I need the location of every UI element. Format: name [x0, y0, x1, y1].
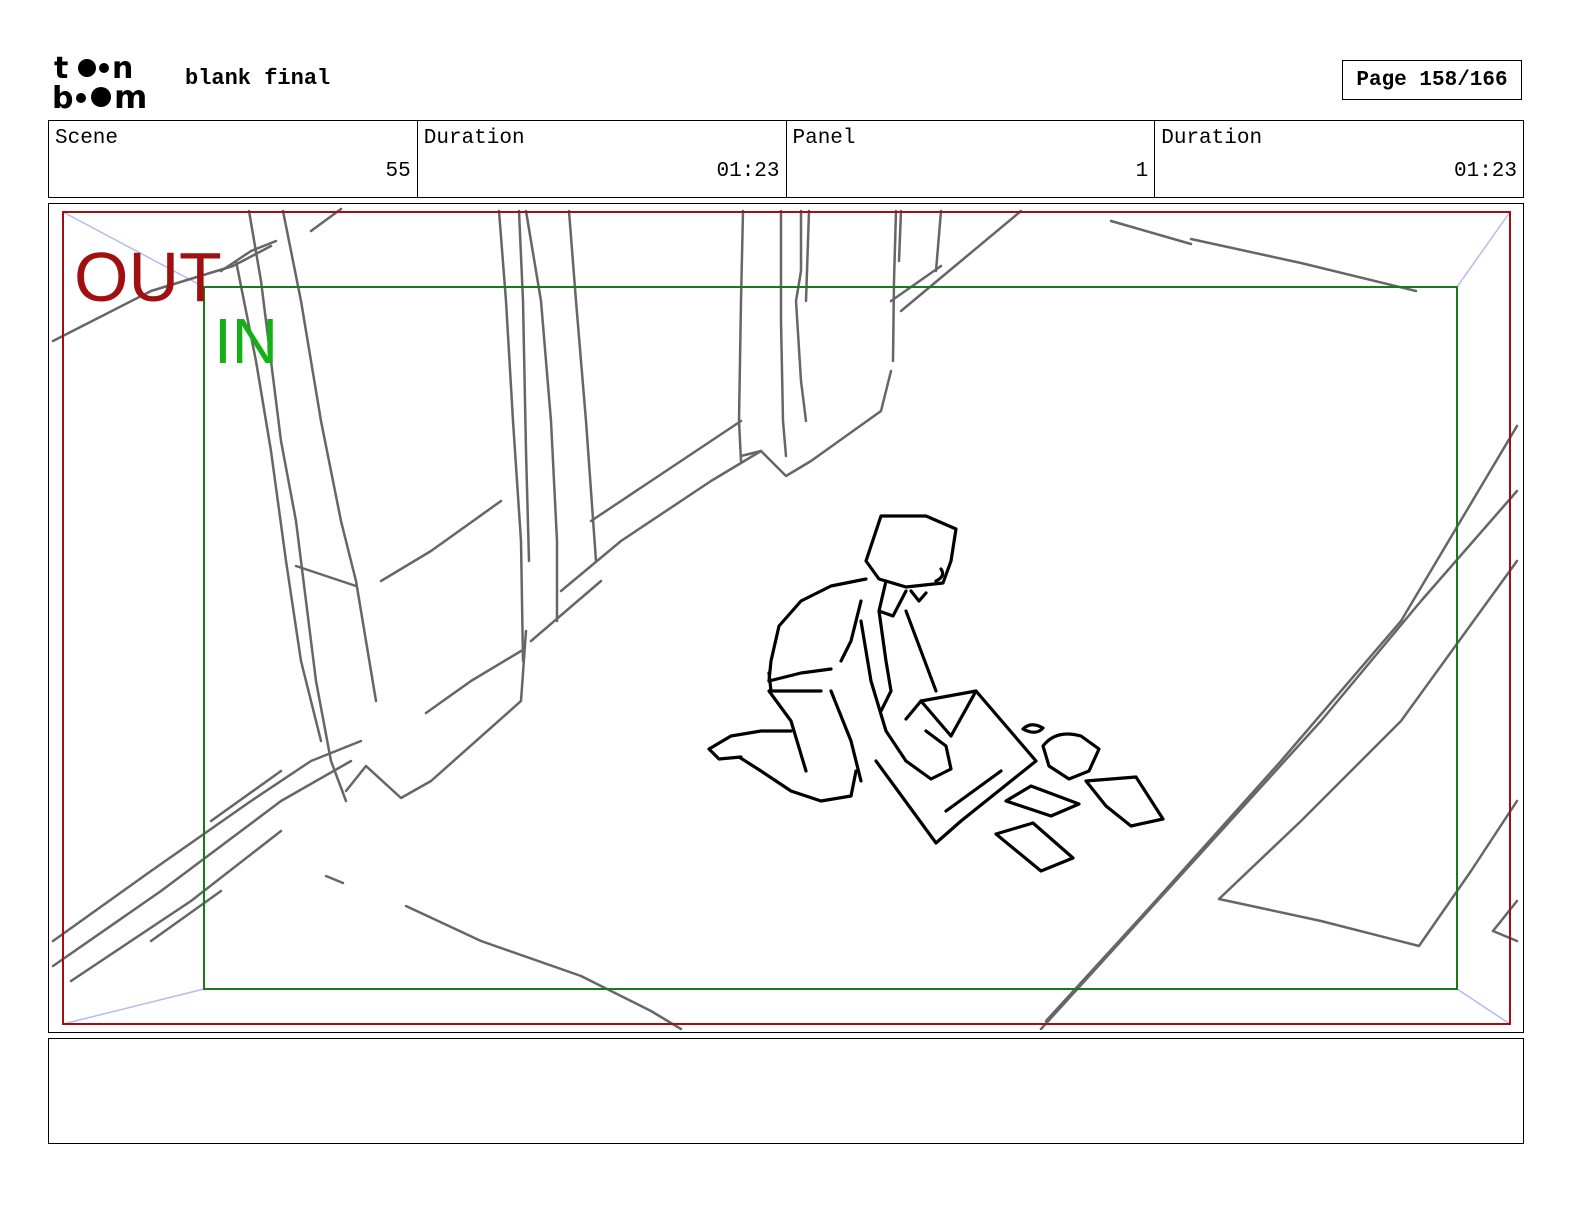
panel-label: Panel — [792, 127, 856, 150]
in-frame-label: IN — [214, 305, 278, 377]
character-sketch — [707, 514, 1165, 873]
scene-label: Scene — [55, 127, 119, 150]
panel-duration-value: 01:23 — [1453, 160, 1517, 183]
in-frame — [203, 286, 1458, 990]
toon-boom-logo: t n b m — [52, 51, 147, 112]
panel-notes-box[interactable] — [48, 1038, 1524, 1144]
panel-cell: Panel 1 — [787, 121, 1156, 197]
panel-sketch: OUT IN — [51, 207, 1519, 1031]
panel-duration-label: Duration — [1161, 127, 1263, 150]
out-frame-label: OUT — [74, 238, 222, 316]
scene-duration-value: 01:23 — [716, 160, 780, 183]
panel-duration-cell: Duration 01:23 — [1155, 121, 1523, 197]
scene-duration-label: Duration — [423, 127, 525, 150]
svg-text:m: m — [114, 78, 147, 112]
page-indicator: Page 158/166 — [1342, 60, 1522, 100]
project-title: blank final — [185, 66, 331, 91]
scene-cell: Scene 55 — [49, 121, 418, 197]
scene-duration-cell: Duration 01:23 — [418, 121, 787, 197]
panel-value: 1 — [1135, 160, 1149, 183]
svg-text:b: b — [52, 81, 73, 112]
scene-value: 55 — [385, 160, 411, 183]
panel-info-row: Scene 55 Duration 01:23 Panel 1 Duration… — [48, 120, 1524, 198]
storyboard-panel: OUT IN — [48, 203, 1524, 1033]
